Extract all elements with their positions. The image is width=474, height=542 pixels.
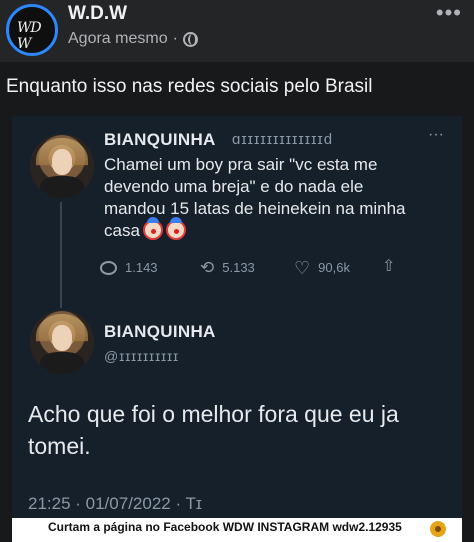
post-meta: Agora mesmo · [68,30,198,48]
reply-action: 1.143 [100,260,158,275]
tweet-screenshot[interactable]: BIANQUINHA ɑɪɪɪɪɪɪɪɪɪɪɪɪɪd ··· Chamei um… [12,116,462,528]
tweet-author-name: BIANQUINHA [104,322,216,341]
post-caption: Enquanto isso nas redes sociais pelo Bra… [6,76,373,97]
meta-separator: · [172,30,178,47]
like-action: ♡ 90,6k [294,257,350,278]
page-avatar[interactable]: WD W [6,4,58,56]
tweet-more-icon: ··· [428,126,444,143]
page-name[interactable]: W.D.W [68,3,127,25]
share-icon: ⇧ [382,258,396,275]
like-count: 90,6k [318,260,350,275]
heart-icon: ♡ [294,257,311,278]
post-header: WD W W.D.W Agora mesmo · ••• [0,0,474,62]
thread-line [60,202,62,308]
reply-count: 1.143 [125,260,158,275]
avatar [30,310,94,374]
clown-icon [142,217,163,240]
tweet-author-handle: ɑɪɪɪɪɪɪɪɪɪɪɪɪɪd [232,131,334,148]
retweet-count: 5.133 [222,260,255,275]
watermark-footer: Curtam a página no Facebook WDW INSTAGRA… [12,518,462,542]
reply-icon [100,260,117,275]
more-options-button[interactable]: ••• [436,0,462,26]
tweet-author-handle: @ɪɪɪɪɪɪɪɪɪɪ [104,348,180,364]
tweet-author-name: BIANQUINHA [104,130,216,149]
tweet-text: Acho que foi o melhor fora que eu ja tom… [28,401,399,459]
retweet-icon: ⟲ [200,257,215,277]
camera-icon [430,521,446,537]
tweet-timestamp: 21:25 · 01/07/2022 · Tɪ [28,494,202,513]
footer-text: Curtam a página no Facebook WDW INSTAGRA… [48,520,402,534]
share-action: ⇧ [382,258,396,275]
avatar [30,134,94,198]
wdw-logo-icon: WD W [17,20,42,52]
clown-icon [165,217,186,240]
retweet-action: ⟲ 5.133 [200,257,255,277]
post-time[interactable]: Agora mesmo [68,30,168,48]
globe-icon [182,31,198,47]
tweet-actions: 1.143 ⟲ 5.133 ♡ 90,6k ⇧ [100,257,400,282]
tweet-text: Chamei um boy pra sair "vc esta me deven… [104,154,434,242]
